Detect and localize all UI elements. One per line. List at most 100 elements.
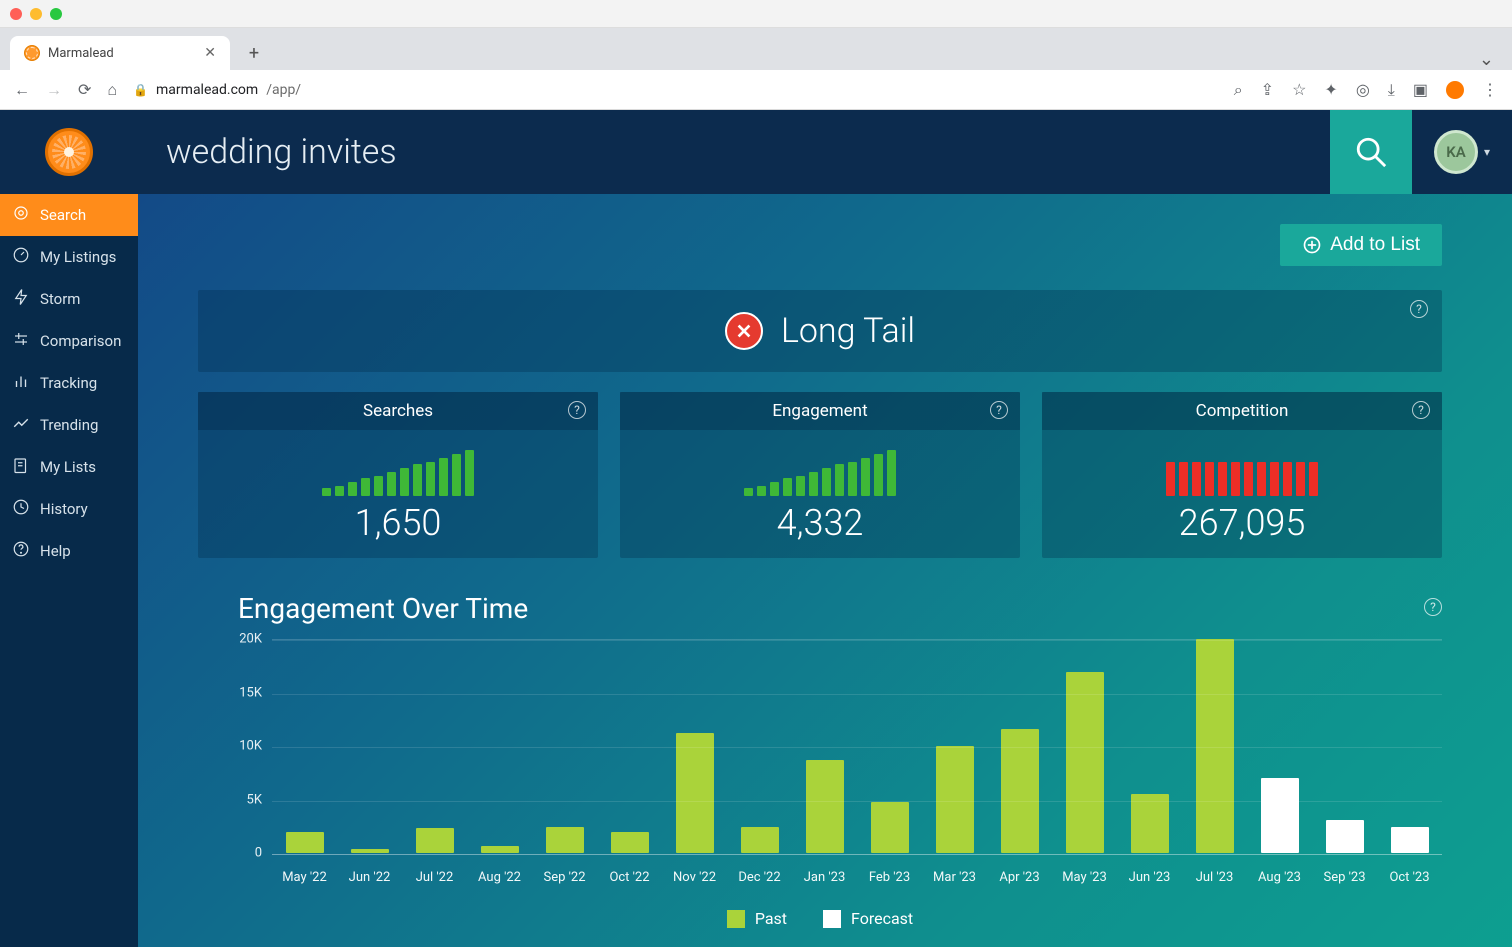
share-icon[interactable]: ⇪ (1261, 80, 1274, 99)
help-icon[interactable]: ? (1410, 300, 1428, 318)
caret-down-icon: ▾ (1484, 145, 1490, 159)
chart-bar (1117, 794, 1182, 853)
x-tick: Jan '23 (792, 870, 857, 885)
bar-forecast (1391, 827, 1429, 853)
browser-tab[interactable]: Marmalead ✕ (10, 36, 230, 70)
back-icon[interactable]: ← (14, 80, 30, 100)
chart-bar (1312, 820, 1377, 853)
gauge-icon (12, 246, 30, 268)
chart-title: Engagement Over Time (238, 592, 1442, 625)
app-header: wedding invites KA ▾ (0, 110, 1512, 194)
spark-bars (1166, 444, 1318, 496)
download-icon[interactable]: ⤓ (1388, 80, 1395, 100)
help-icon[interactable]: ? (1424, 598, 1442, 616)
legend-swatch-forecast (823, 910, 841, 928)
search-button[interactable] (1330, 110, 1412, 194)
chart-bar (337, 849, 402, 853)
leaf-icon[interactable]: ◎ (1356, 80, 1370, 99)
sidebar-item-search[interactable]: Search (0, 194, 138, 236)
bar-forecast (1326, 820, 1364, 853)
reload-icon[interactable]: ⟳ (78, 80, 91, 99)
chart-bar (727, 827, 792, 853)
avatar: KA (1434, 130, 1478, 174)
bar-past (871, 802, 909, 853)
legend-past: Past (727, 909, 787, 928)
x-tick: Jul '22 (402, 870, 467, 885)
bar-past (1131, 794, 1169, 853)
x-tick: Dec '22 (727, 870, 792, 885)
tabs-menu-icon[interactable]: ⌄ (1479, 49, 1494, 70)
chart-bar (532, 827, 597, 853)
url-domain: marmalead.com (156, 82, 258, 98)
sidebar-item-comparison[interactable]: Comparison (0, 320, 138, 362)
window-min-dot[interactable] (30, 8, 42, 20)
x-tick: May '23 (1052, 870, 1117, 885)
window-max-dot[interactable] (50, 8, 62, 20)
panel-icon[interactable]: ▣ (1413, 80, 1428, 99)
stat-engagement: Engagement ? 4,332 (620, 392, 1020, 558)
stat-label: Engagement (772, 401, 867, 421)
page-title: wedding invites (138, 132, 1330, 172)
chart-bar (1182, 639, 1247, 853)
help-icon[interactable]: ? (1412, 401, 1430, 419)
x-tick: Jun '22 (337, 870, 402, 885)
x-tick: Oct '23 (1377, 870, 1442, 885)
user-menu[interactable]: KA ▾ (1412, 110, 1512, 194)
bar-past (416, 828, 454, 853)
url-field[interactable]: 🔒 marmalead.com/app/ (133, 82, 1218, 98)
x-tick: Nov '22 (662, 870, 727, 885)
bar-past (481, 846, 519, 853)
trend-icon (12, 414, 30, 436)
address-bar: ← → ⟳ ⌂ 🔒 marmalead.com/app/ ⌕ ⇪ ☆ ✦ ◎ ⤓… (0, 70, 1512, 110)
window-close-dot[interactable] (10, 8, 22, 20)
help-icon[interactable]: ? (990, 401, 1008, 419)
x-tick: Feb '23 (857, 870, 922, 885)
app-logo[interactable] (0, 110, 138, 194)
sidebar-item-trending[interactable]: Trending (0, 404, 138, 446)
y-tick: 20K (239, 632, 262, 647)
sidebar-item-my-lists[interactable]: My Lists (0, 446, 138, 488)
x-tick: Oct '22 (597, 870, 662, 885)
chart-bar (662, 733, 727, 853)
star-icon[interactable]: ☆ (1292, 80, 1306, 99)
main-content: Add to List Long Tail ? Searches ? 1,650… (138, 194, 1512, 947)
list-icon (12, 456, 30, 478)
kebab-icon[interactable]: ⋮ (1482, 80, 1498, 99)
legend-forecast: Forecast (823, 909, 913, 928)
stat-label: Searches (363, 401, 433, 421)
key-icon[interactable]: ⌕ (1234, 80, 1243, 100)
plus-circle-icon (1302, 235, 1322, 255)
bar-past (1066, 672, 1104, 853)
fail-status-icon (725, 312, 763, 350)
sidebar-item-label: History (40, 500, 88, 518)
bar-past (936, 746, 974, 853)
sidebar-item-my-listings[interactable]: My Listings (0, 236, 138, 278)
target-icon (12, 204, 30, 226)
y-tick: 0 (255, 846, 262, 861)
chart-bar (1247, 778, 1312, 853)
url-path: /app/ (266, 82, 301, 98)
chart-bar (597, 832, 662, 853)
bar-past (351, 849, 389, 853)
home-icon[interactable]: ⌂ (107, 80, 117, 100)
stat-value: 1,650 (355, 502, 442, 544)
sidebar-item-history[interactable]: History (0, 488, 138, 530)
sidebar-item-storm[interactable]: Storm (0, 278, 138, 320)
forward-icon[interactable]: → (46, 80, 62, 100)
extensions-icon[interactable]: ✦ (1324, 80, 1337, 99)
help-icon[interactable]: ? (568, 401, 586, 419)
new-tab-button[interactable]: + (240, 39, 268, 67)
orange-icon (45, 128, 93, 176)
x-tick: Aug '22 (467, 870, 532, 885)
add-to-list-button[interactable]: Add to List (1280, 224, 1442, 266)
tab-close-icon[interactable]: ✕ (204, 45, 216, 61)
longtail-label: Long Tail (781, 311, 915, 351)
sidebar-item-help[interactable]: Help (0, 530, 138, 572)
sidebar-item-label: Tracking (40, 374, 97, 392)
y-tick: 10K (239, 739, 262, 754)
longtail-panel: Long Tail ? (198, 290, 1442, 372)
spark-bars (744, 444, 896, 496)
sidebar-item-tracking[interactable]: Tracking (0, 362, 138, 404)
sidebar-item-label: Comparison (40, 332, 121, 350)
extension-badge[interactable] (1446, 81, 1464, 99)
